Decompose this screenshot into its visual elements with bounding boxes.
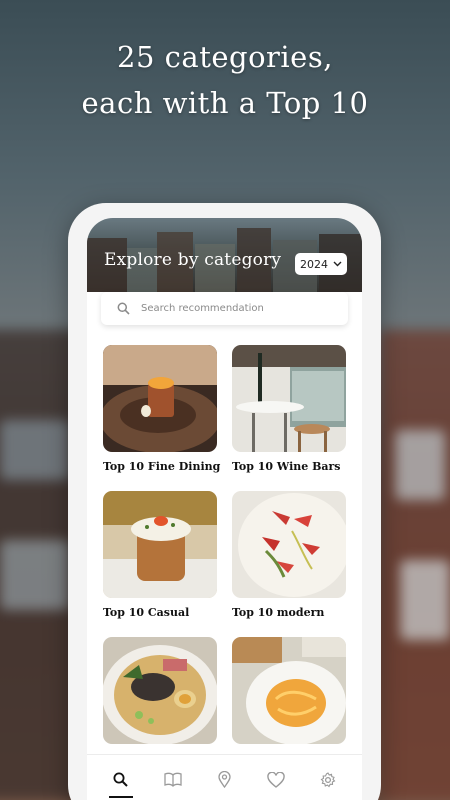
background-window bbox=[400, 560, 450, 640]
category-image bbox=[103, 491, 217, 598]
category-card[interactable] bbox=[103, 637, 217, 744]
tab-favorites[interactable] bbox=[259, 760, 293, 800]
background-window bbox=[0, 420, 70, 480]
search-icon bbox=[117, 302, 130, 315]
category-image bbox=[232, 637, 346, 744]
heart-icon bbox=[267, 771, 285, 788]
tab-map[interactable] bbox=[207, 760, 241, 800]
search-icon bbox=[113, 772, 129, 787]
year-dropdown-value: 2024 bbox=[300, 257, 328, 271]
category-label: Top 10 Fine Dining bbox=[103, 460, 221, 473]
background-window bbox=[395, 430, 445, 500]
tab-guide[interactable] bbox=[156, 760, 190, 800]
category-image bbox=[232, 345, 346, 452]
search-placeholder: Search recommendation bbox=[141, 303, 264, 314]
category-label: Top 10 Wine Bars bbox=[232, 460, 341, 473]
app-screen: Explore by category 2024 Search recommen… bbox=[87, 218, 362, 800]
gear-icon bbox=[320, 771, 336, 787]
category-image bbox=[103, 637, 217, 744]
promo-headline: 25 categories, each with a Top 10 bbox=[0, 34, 450, 126]
page-title: Explore by category bbox=[104, 250, 282, 270]
category-card-fine-dining[interactable]: Top 10 Fine Dining bbox=[103, 345, 220, 473]
background-window bbox=[0, 540, 70, 610]
year-dropdown[interactable]: 2024 bbox=[295, 253, 347, 275]
book-icon bbox=[164, 772, 182, 787]
category-card[interactable] bbox=[232, 637, 346, 744]
search-input[interactable]: Search recommendation bbox=[101, 292, 348, 325]
category-label: Top 10 Casual bbox=[103, 606, 190, 619]
category-card-wine-bars[interactable]: Top 10 Wine Bars bbox=[232, 345, 346, 473]
chevron-down-icon bbox=[333, 261, 342, 267]
category-image bbox=[103, 345, 217, 452]
category-card-casual[interactable]: Top 10 Casual bbox=[103, 491, 217, 619]
bottom-tab-bar bbox=[87, 754, 362, 800]
tab-search[interactable] bbox=[104, 760, 138, 800]
tab-settings[interactable] bbox=[311, 760, 345, 800]
category-card-modern[interactable]: Top 10 modern bbox=[232, 491, 346, 619]
category-image bbox=[232, 491, 346, 598]
headline-line-2: each with a Top 10 bbox=[81, 86, 369, 120]
category-label: Top 10 modern bbox=[232, 606, 325, 619]
location-pin-icon bbox=[218, 771, 231, 788]
headline-line-1: 25 categories, bbox=[117, 40, 333, 74]
